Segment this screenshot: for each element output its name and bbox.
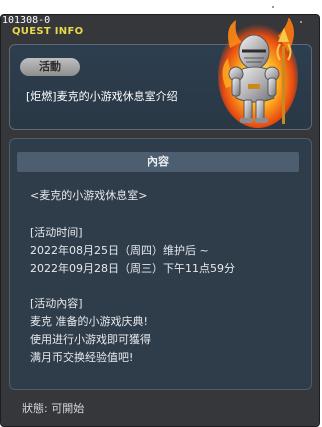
content-line: 使用进行小游戏即可獲得 bbox=[30, 333, 151, 346]
quest-id: 101308-0 bbox=[2, 15, 51, 26]
flaming-knight-icon bbox=[218, 18, 298, 128]
content-line: [活动內容] bbox=[30, 297, 83, 310]
content-line: 麦克 准备的小游戏庆典! bbox=[30, 315, 148, 328]
content-line: 满月币交换经验值吧! bbox=[30, 351, 134, 364]
event-badge: 活動 bbox=[20, 58, 80, 76]
content-header: 內容 bbox=[17, 152, 299, 172]
quest-title: [炬燃]麦克的小游戏休息室介绍 bbox=[26, 90, 178, 103]
content-line: 2022年08月25日（周四）维护后 ~ bbox=[30, 244, 209, 257]
corner-dot bbox=[272, 6, 274, 8]
quest-status: 狀態: 可開始 bbox=[22, 402, 85, 415]
window-title: QUEST INFO bbox=[12, 26, 84, 37]
content-line: <麦克的小游戏休息室> bbox=[30, 189, 148, 202]
content-line: 2022年09月28日（周三）下午11点59分 bbox=[30, 262, 235, 275]
content-line: [活动时间] bbox=[30, 226, 83, 239]
